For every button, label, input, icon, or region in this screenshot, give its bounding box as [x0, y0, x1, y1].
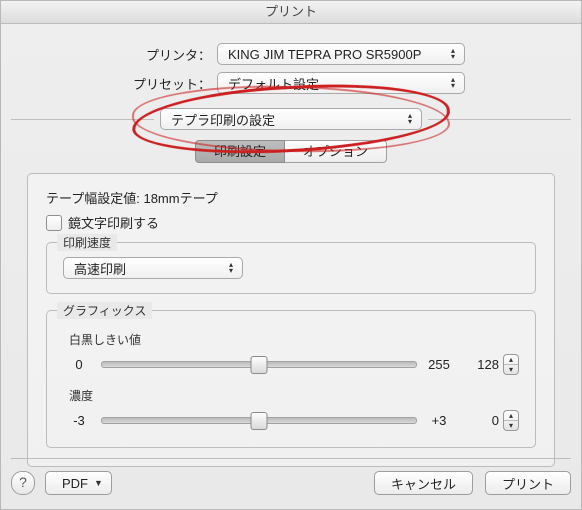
- threshold-min: 0: [63, 357, 95, 372]
- density-label: 濃度: [69, 387, 519, 404]
- density-stepper[interactable]: 0 ▴▾: [465, 410, 519, 431]
- density-min: -3: [63, 413, 95, 428]
- printer-value: KING JIM TEPRA PRO SR5900P: [228, 47, 421, 62]
- window-title: プリント: [1, 1, 581, 24]
- stepper-buttons-icon[interactable]: ▴▾: [503, 410, 519, 431]
- section-popup[interactable]: テプラ印刷の設定 ▴▾: [160, 108, 422, 130]
- speed-group-title: 印刷速度: [57, 234, 117, 251]
- print-dialog: プリント プリンタ： KING JIM TEPRA PRO SR5900P ▴▾…: [0, 0, 582, 510]
- tab-print-settings[interactable]: 印刷設定: [195, 140, 285, 163]
- chevron-up-down-icon: ▴▾: [446, 77, 460, 89]
- density-slider[interactable]: [101, 417, 417, 424]
- threshold-row: 白黒しきい値 0 255 128 ▴▾: [63, 331, 519, 375]
- threshold-thumb[interactable]: [251, 356, 268, 374]
- pdf-menu-button[interactable]: PDF ▼: [45, 471, 112, 495]
- tabs: 印刷設定 オプション: [11, 140, 571, 163]
- printer-label: プリンタ：: [11, 45, 217, 64]
- help-button[interactable]: ?: [11, 471, 35, 495]
- density-max: +3: [423, 413, 455, 428]
- threshold-stepper[interactable]: 128 ▴▾: [465, 354, 519, 375]
- chevron-up-down-icon: ▴▾: [403, 113, 417, 125]
- triangle-down-icon: ▼: [94, 478, 103, 488]
- chevron-up-down-icon: ▴▾: [224, 262, 238, 274]
- tape-width-line: テープ幅設定値: 18mmテープ: [46, 188, 536, 207]
- speed-group: 印刷速度 高速印刷 ▴▾: [46, 242, 536, 294]
- tab-options[interactable]: オプション: [285, 140, 387, 163]
- threshold-max: 255: [423, 357, 455, 372]
- cancel-button[interactable]: キャンセル: [374, 471, 473, 495]
- density-value: 0: [465, 413, 503, 428]
- print-button[interactable]: プリント: [485, 471, 571, 495]
- settings-panel: テープ幅設定値: 18mmテープ 鏡文字印刷する 印刷速度 高速印刷 ▴▾ グラ…: [27, 173, 555, 467]
- threshold-slider[interactable]: [101, 361, 417, 368]
- chevron-up-down-icon: ▴▾: [446, 48, 460, 60]
- density-thumb[interactable]: [251, 412, 268, 430]
- mirror-label: 鏡文字印刷する: [68, 213, 159, 232]
- dialog-footer: ? PDF ▼ キャンセル プリント: [11, 458, 571, 495]
- stepper-buttons-icon[interactable]: ▴▾: [503, 354, 519, 375]
- threshold-value: 128: [465, 357, 503, 372]
- threshold-label: 白黒しきい値: [69, 331, 519, 348]
- preset-popup[interactable]: デフォルト設定 ▴▾: [217, 72, 465, 94]
- mirror-checkbox[interactable]: [46, 215, 62, 231]
- density-row: 濃度 -3 +3 0 ▴▾: [63, 387, 519, 431]
- preset-label: プリセット：: [11, 74, 217, 93]
- section-value: テプラ印刷の設定: [171, 110, 275, 129]
- preset-value: デフォルト設定: [228, 74, 319, 93]
- graphics-group: グラフィックス 白黒しきい値 0 255 128 ▴▾: [46, 310, 536, 448]
- section-separator: テプラ印刷の設定 ▴▾: [11, 108, 571, 130]
- printer-popup[interactable]: KING JIM TEPRA PRO SR5900P ▴▾: [217, 43, 465, 65]
- speed-popup[interactable]: 高速印刷 ▴▾: [63, 257, 243, 279]
- speed-value: 高速印刷: [74, 259, 126, 278]
- graphics-group-title: グラフィックス: [57, 302, 152, 319]
